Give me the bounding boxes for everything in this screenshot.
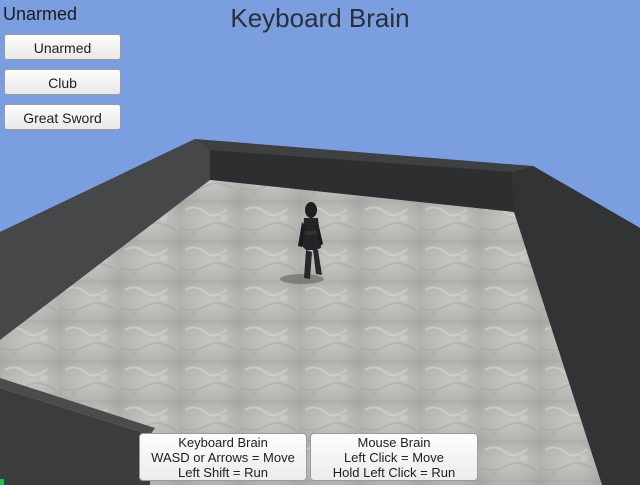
keyboard-move-hint: WASD or Arrows = Move (151, 450, 295, 465)
keyboard-brain-panel: Keyboard Brain WASD or Arrows = Move Lef… (139, 433, 307, 481)
mouse-run-hint: Hold Left Click = Run (332, 465, 456, 480)
mouse-move-hint: Left Click = Move (343, 450, 445, 465)
character-shadow (280, 274, 324, 284)
keyboard-run-hint: Left Shift = Run (178, 465, 268, 480)
keyboard-brain-heading: Keyboard Brain (178, 435, 268, 450)
mouse-brain-heading: Mouse Brain (357, 435, 431, 450)
mouse-brain-panel: Mouse Brain Left Click = Move Hold Left … (310, 433, 478, 481)
unarmed-button[interactable]: Unarmed (4, 34, 121, 60)
page-title: Keyboard Brain (230, 3, 410, 33)
club-button[interactable]: Club (4, 69, 121, 95)
axis-gizmo (0, 479, 4, 485)
great-sword-button[interactable]: Great Sword (4, 104, 121, 130)
